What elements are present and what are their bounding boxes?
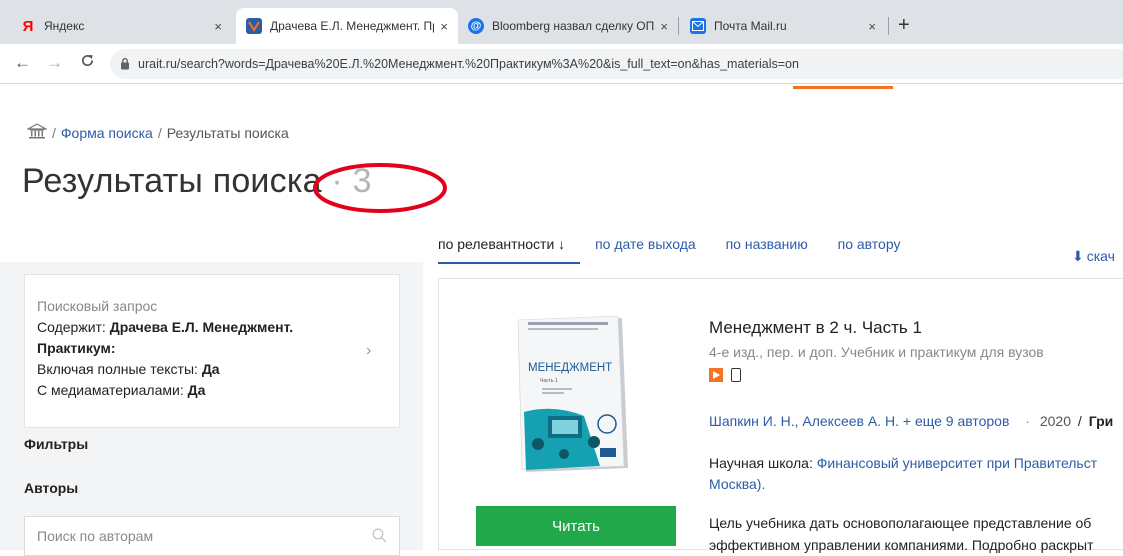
mailru-icon: @ xyxy=(468,18,484,34)
breadcrumb-search-form[interactable]: Форма поиска xyxy=(61,125,153,141)
tab-label: Bloomberg назвал сделку ОПЕК xyxy=(492,19,655,33)
tab-separator xyxy=(678,17,679,35)
download-icon: ⬇ xyxy=(1072,248,1084,264)
cover-part-text: Часть 1 xyxy=(540,378,558,384)
school-link[interactable]: Финансовый университет при Правительст xyxy=(817,455,1097,471)
breadcrumb-current: Результаты поиска xyxy=(166,124,289,141)
authors-heading: Авторы xyxy=(24,480,79,496)
lock-icon xyxy=(120,57,130,75)
description-line: Цель учебника дать основополагающее пред… xyxy=(709,515,1092,531)
school-label: Научная школа: xyxy=(709,455,813,471)
new-tab-button[interactable]: + xyxy=(898,14,910,37)
book-title[interactable]: Менеджмент в 2 ч. Часть 1 xyxy=(709,318,922,338)
tab-bloomberg[interactable]: @ Bloomberg назвал сделку ОПЕК × xyxy=(458,8,678,44)
book-cover[interactable]: МЕНЕДЖМЕНТ Часть 1 xyxy=(514,316,632,476)
mobile-icon xyxy=(731,368,741,382)
author-search-input[interactable] xyxy=(24,516,400,556)
meta-separator: · xyxy=(1025,413,1030,429)
breadcrumb: / Форма поиска / Результаты поиска xyxy=(25,123,289,142)
more-authors-link[interactable]: + еще 9 авторов xyxy=(903,413,1010,429)
close-icon[interactable]: × xyxy=(868,19,876,34)
cover-title-text: МЕНЕДЖМЕНТ xyxy=(528,362,612,374)
url-text: urait.ru/search?words=Драчева%20Е.Л.%20М… xyxy=(138,57,799,71)
tab-separator xyxy=(888,17,889,35)
forward-arrow-icon[interactable]: → xyxy=(46,53,63,73)
query-contains-label: Содержит: xyxy=(37,319,106,335)
sort-date[interactable]: по дате выхода xyxy=(595,236,696,252)
tab-mail[interactable]: Почта Mail.ru × xyxy=(680,8,886,44)
close-icon[interactable]: × xyxy=(440,19,448,34)
query-contains: Содержит: Драчева Е.Л. Менеджмент. xyxy=(37,317,293,338)
query-contains-cont: Практикум: xyxy=(37,338,293,359)
home-icon[interactable] xyxy=(25,123,49,142)
tab-label: Драчева Е.Л. Менеджмент. Пра xyxy=(270,19,435,33)
query-media: С медиаматериалами: Да xyxy=(37,380,293,401)
browser-tab-bar: Я Яндекс × Драчева Е.Л. Менеджмент. Пра … xyxy=(0,0,1123,44)
query-fulltext-value: Да xyxy=(201,361,220,377)
breadcrumb-separator: / xyxy=(52,124,56,141)
sort-title[interactable]: по названию xyxy=(726,236,808,252)
highlight-ellipse xyxy=(313,163,447,213)
description-line: эффективном управлении компаниями. Подро… xyxy=(709,537,1094,553)
search-query-details: Поисковый запрос Содержит: Драчева Е.Л. … xyxy=(37,296,293,401)
search-icon[interactable] xyxy=(372,528,387,548)
school-link-cont[interactable]: Москва). xyxy=(709,476,765,492)
close-icon[interactable]: × xyxy=(214,19,222,34)
query-media-label: С медиаматериалами: xyxy=(37,382,184,398)
address-bar[interactable]: urait.ru/search?words=Драчева%20Е.Л.%20М… xyxy=(110,49,1123,79)
query-label: Поисковый запрос xyxy=(37,298,158,314)
query-media-value: Да xyxy=(187,382,206,398)
sort-bar: по релевантности ↓ по дате выхода по наз… xyxy=(438,236,926,252)
reload-icon[interactable] xyxy=(80,53,95,73)
play-icon xyxy=(709,368,723,382)
media-icons xyxy=(709,368,741,382)
close-icon[interactable]: × xyxy=(660,19,668,34)
author-links[interactable]: Шапкин И. Н., Алексеев А. Н. xyxy=(709,413,899,429)
book-year: 2020 xyxy=(1039,413,1072,429)
tab-yandex[interactable]: Я Яндекс × xyxy=(10,8,232,44)
download-link[interactable]: ⬇ скач xyxy=(1072,248,1115,265)
sort-relevance[interactable]: по релевантности ↓ xyxy=(438,236,565,252)
read-button[interactable]: Читать xyxy=(476,506,676,546)
query-contains-value-2: Практикум: xyxy=(37,340,116,356)
query-fulltext: Включая полные тексты: Да xyxy=(37,359,293,380)
book-subtitle: 4-е изд., пер. и доп. Учебник и практику… xyxy=(709,344,1044,360)
sort-active-underline xyxy=(438,262,580,264)
download-label: скач xyxy=(1086,248,1115,264)
book-publisher: Гри xyxy=(1088,413,1114,429)
mail-icon xyxy=(690,18,706,34)
tab-label: Почта Mail.ru xyxy=(714,19,787,33)
meta-slash: / xyxy=(1077,413,1082,429)
chevron-right-icon[interactable]: › xyxy=(366,342,371,360)
book-authors: Шапкин И. Н., Алексеев А. Н. + еще 9 авт… xyxy=(709,413,1113,429)
yandex-icon: Я xyxy=(22,17,34,35)
query-contains-value: Драчева Е.Л. Менеджмент. xyxy=(109,319,294,335)
tab-urait[interactable]: Драчева Е.Л. Менеджмент. Пра × xyxy=(236,8,458,44)
page-title-text: Результаты поиска xyxy=(22,162,322,200)
tab-label: Яндекс xyxy=(44,19,85,33)
breadcrumb-separator: / xyxy=(157,124,162,141)
filters-heading: Фильтры xyxy=(24,436,89,452)
book-description: Цель учебника дать основополагающее пред… xyxy=(709,512,1094,556)
browser-toolbar: ← → urait.ru/search?words=Драчева%20Е.Л.… xyxy=(0,44,1123,84)
back-arrow-icon[interactable]: ← xyxy=(14,53,31,73)
urait-icon xyxy=(246,18,262,34)
book-school: Научная школа: Финансовый университет пр… xyxy=(709,453,1123,495)
query-fulltext-label: Включая полные тексты: xyxy=(37,361,198,377)
sort-author[interactable]: по автору xyxy=(838,236,901,252)
active-nav-indicator xyxy=(793,86,893,89)
